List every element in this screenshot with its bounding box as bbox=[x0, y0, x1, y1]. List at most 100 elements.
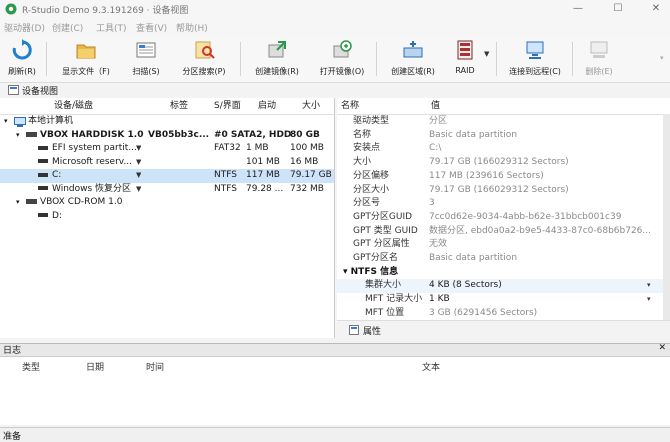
create-region-button[interactable]: 创建区域(R) bbox=[382, 38, 444, 80]
property-row[interactable]: GPT分区GUID 7cc0d62e-9034-4abb-b62e-31bbcb0… bbox=[337, 211, 667, 225]
property-value: C:\ bbox=[429, 143, 442, 154]
device-interface: FAT32 bbox=[214, 143, 241, 153]
device-interface: NTFS bbox=[214, 170, 237, 180]
device-tree-row[interactable]: EFI system partit... ▼ FAT32 1 MB 100 MB bbox=[0, 142, 334, 156]
device-interface: NTFS bbox=[214, 183, 237, 194]
maximize-button[interactable]: ☐ bbox=[606, 2, 630, 16]
property-name: 大小 bbox=[353, 157, 372, 168]
column-interface[interactable]: S/界面 bbox=[214, 98, 241, 114]
property-dropdown-icon[interactable]: ▾ bbox=[647, 279, 651, 293]
property-name: 分区号 bbox=[353, 198, 381, 209]
menu-tools[interactable]: 工具(T) bbox=[96, 21, 127, 34]
properties-pane: 名称 值 驱动类型 分区 名称 Basic data partition 安装点 C:\ 大… bbox=[337, 98, 670, 338]
toolbar-separator bbox=[496, 42, 497, 76]
property-value: Basic data partition bbox=[429, 253, 518, 263]
toolbar-separator bbox=[376, 42, 377, 76]
property-row[interactable]: 大小 79.17 GB (166029312 Sectors) bbox=[337, 156, 667, 170]
device-tree-row[interactable]: C: ▼ NTFS 117 MB 79.17 GB bbox=[0, 169, 334, 183]
property-row[interactable]: 名称 Basic data partition bbox=[337, 129, 667, 143]
app-logo-icon bbox=[5, 3, 17, 15]
column-device[interactable]: 设备/磁盘 bbox=[54, 98, 93, 114]
properties-tab[interactable]: 属性 bbox=[363, 324, 381, 337]
delete-button[interactable]: 删除(E) bbox=[576, 38, 622, 80]
log-column-time[interactable]: 时间 bbox=[146, 360, 164, 373]
properties-tab-strip: 属性 bbox=[337, 320, 670, 338]
property-group[interactable]: ▾ NTFS 信息 bbox=[337, 266, 667, 280]
open-image-button[interactable]: 打开镜像(O) bbox=[312, 38, 372, 80]
partition-search-button[interactable]: 分区搜索(P) bbox=[172, 38, 236, 80]
expand-toggle-icon[interactable]: ▾ bbox=[16, 196, 20, 210]
toolbar-separator bbox=[46, 42, 47, 76]
log-column-type[interactable]: 类型 bbox=[22, 360, 40, 373]
property-value: 7cc0d62e-9034-4abb-b62e-31bbcb001c39 bbox=[429, 211, 622, 222]
row-dropdown-icon[interactable]: ▼ bbox=[136, 142, 141, 156]
property-name: 名称 bbox=[353, 129, 372, 140]
connect-remote-button[interactable]: 连接到远程(C) bbox=[500, 38, 570, 80]
scan-button[interactable]: 扫描(S) bbox=[124, 38, 168, 80]
device-name: D: bbox=[52, 210, 62, 221]
row-dropdown-icon[interactable]: ▼ bbox=[136, 156, 141, 170]
property-row[interactable]: GPT 分区属性 无效 bbox=[337, 238, 667, 252]
property-value: 分区 bbox=[429, 116, 448, 126]
property-row[interactable]: 分区偏移 117 MB (239616 Sectors) bbox=[337, 170, 667, 184]
raid-dropdown-icon[interactable]: ▼ bbox=[484, 50, 489, 58]
property-row[interactable]: GPT分区名 Basic data partition bbox=[337, 252, 667, 266]
menu-drive[interactable]: 驱动器(D) bbox=[4, 21, 45, 34]
column-name[interactable]: 名称 bbox=[341, 98, 359, 114]
log-column-date[interactable]: 日期 bbox=[86, 360, 104, 373]
property-name: 集群大小 bbox=[365, 280, 402, 291]
column-start[interactable]: 启动 bbox=[258, 98, 276, 114]
row-dropdown-icon[interactable]: ▼ bbox=[136, 169, 141, 183]
show-files-label: 显示文件（F) bbox=[62, 67, 110, 76]
device-tree-row[interactable]: D: bbox=[0, 210, 334, 224]
property-row[interactable]: 安装点 C:\ bbox=[337, 142, 667, 156]
create-image-button[interactable]: 创建镜像(R) bbox=[246, 38, 308, 80]
property-row[interactable]: MFT 位置 3 GB (6291456 Sectors) bbox=[337, 307, 667, 321]
refresh-button[interactable]: 刷新(R) bbox=[2, 38, 42, 80]
device-view-icon bbox=[8, 85, 19, 95]
property-row[interactable]: GPT 类型 GUID 数据分区, ebd0a0a2-b9e5-4433-87c0… bbox=[337, 225, 667, 239]
device-size: 100 MB bbox=[290, 143, 324, 153]
expand-toggle-icon[interactable]: ▾ bbox=[16, 129, 20, 143]
toolbar: 刷新(R) 显示文件（F) 扫描(S) 分区搜索(P) 创建镜像(R) 打开镜像… bbox=[0, 36, 670, 83]
device-start: 117 MB bbox=[246, 170, 280, 180]
property-row[interactable]: MFT 记录大小 1 KB ▾ bbox=[337, 293, 667, 307]
minimize-button[interactable]: — bbox=[566, 2, 590, 16]
device-tree-row[interactable]: ▾ 本地计算机 bbox=[0, 115, 334, 129]
properties-scrollbar[interactable] bbox=[663, 114, 670, 320]
column-label[interactable]: 标签 bbox=[170, 98, 188, 114]
menu-help[interactable]: 帮助(H) bbox=[176, 21, 208, 34]
log-column-text[interactable]: 文本 bbox=[422, 360, 440, 373]
property-row[interactable]: 驱动类型 分区 bbox=[337, 115, 667, 129]
device-size: 79.17 GB bbox=[290, 170, 332, 180]
property-row[interactable]: 分区号 3 bbox=[337, 197, 667, 211]
device-tree-row[interactable]: Windows 恢复分区 ▼ NTFS 79.28 ... 732 MB bbox=[0, 183, 334, 197]
show-files-button[interactable]: 显示文件（F) bbox=[54, 38, 118, 80]
menu-create[interactable]: 创建(C) bbox=[52, 21, 83, 34]
property-name: GPT 分区属性 bbox=[353, 239, 410, 250]
device-size: 16 MB bbox=[290, 156, 319, 167]
device-tree-row[interactable]: ▾ VBOX HARDDISK 1.0 VB05bb3c... #0 SATA2, H… bbox=[0, 129, 334, 143]
raid-button[interactable]: RAID bbox=[448, 38, 482, 80]
column-size[interactable]: 大小 bbox=[302, 98, 320, 114]
column-value[interactable]: 值 bbox=[431, 98, 440, 114]
device-tree-row[interactable]: Microsoft reserv... ▼ 101 MB 16 MB bbox=[0, 156, 334, 170]
log-close-icon[interactable]: ✕ bbox=[658, 343, 666, 353]
create-region-label: 创建区域(R) bbox=[391, 67, 435, 76]
property-row[interactable]: 分区大小 79.17 GB (166029312 Sectors) bbox=[337, 184, 667, 198]
menu-view[interactable]: 查看(V) bbox=[136, 21, 167, 34]
row-dropdown-icon[interactable]: ▼ bbox=[136, 183, 141, 197]
device-tree-row[interactable]: ▾ VBOX CD-ROM 1.0 bbox=[0, 196, 334, 210]
property-row[interactable]: 集群大小 4 KB (8 Sectors) ▾ bbox=[337, 279, 667, 294]
property-value: 数据分区, ebd0a0a2-b9e5-4433-87c0-68b6b726..… bbox=[429, 225, 651, 236]
refresh-label: 刷新(R) bbox=[8, 67, 36, 76]
device-name: Windows 恢复分区 bbox=[52, 183, 132, 194]
device-name: 本地计算机 bbox=[28, 116, 74, 126]
close-button[interactable]: ✕ bbox=[644, 2, 668, 16]
expand-toggle-icon[interactable]: ▾ bbox=[4, 115, 8, 129]
properties-header: 名称 值 bbox=[337, 98, 670, 115]
raid-label: RAID bbox=[455, 66, 475, 75]
toolbar-overflow-icon[interactable]: ▾ bbox=[660, 54, 664, 62]
property-dropdown-icon[interactable]: ▾ bbox=[647, 293, 651, 307]
menu-bar: 驱动器(D) 创建(C) 工具(T) 查看(V) 帮助(H) bbox=[0, 18, 670, 36]
